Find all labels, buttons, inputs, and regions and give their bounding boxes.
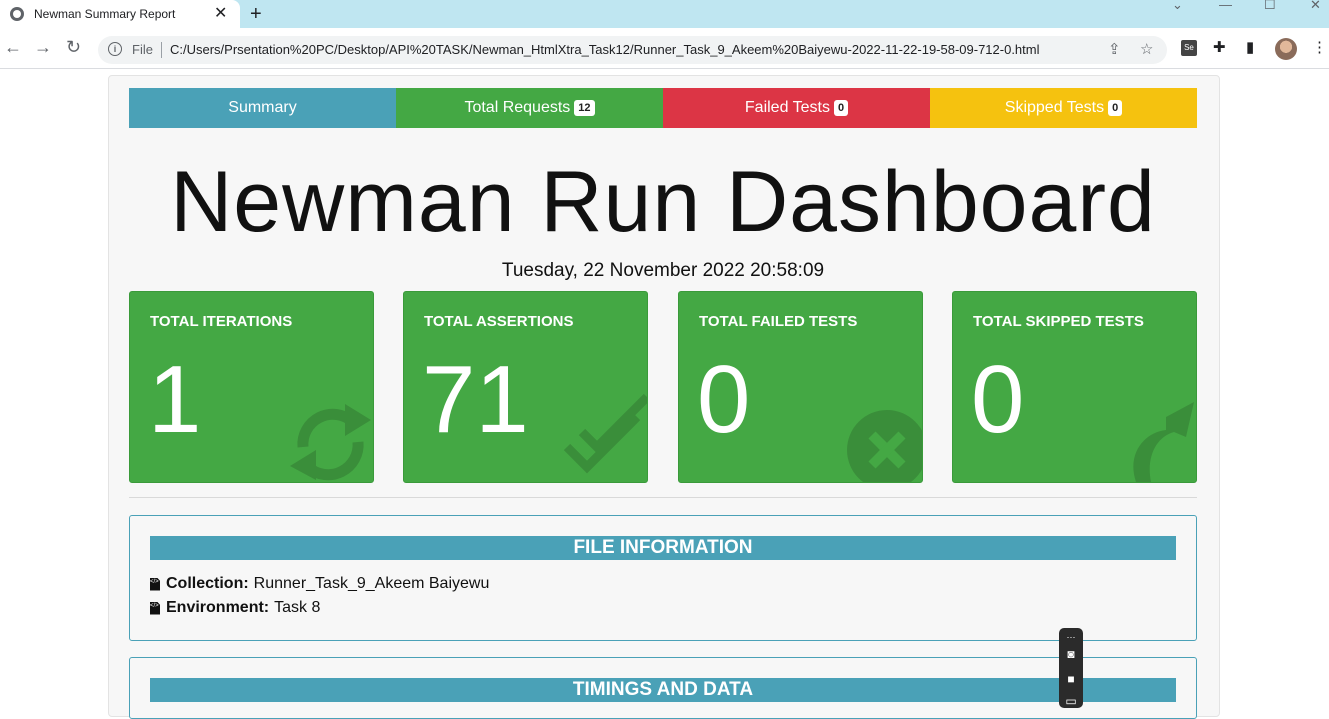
maximize-icon[interactable]: ☐ [1264, 0, 1276, 11]
forward-icon[interactable]: → [34, 36, 52, 58]
dashboard-title: Newman Run Dashboard [170, 154, 1156, 250]
card-value: 0 [971, 346, 1025, 453]
browser-toolbar: ← → ↻ i File C:/Users/Prsentation%20PC/D… [0, 28, 1329, 69]
tab-summary[interactable]: Summary [129, 88, 396, 128]
environment-row: Environment: Task 8 [150, 599, 320, 617]
check-double-icon [563, 393, 647, 474]
tab-summary-label: Summary [228, 99, 297, 116]
file-information-heading: FILE INFORMATION [150, 536, 1176, 560]
extensions-puzzle-icon[interactable]: ✚ [1213, 39, 1226, 57]
reload-icon[interactable]: ↻ [66, 36, 81, 58]
browser-menu-icon[interactable]: ⋮ [1312, 39, 1327, 57]
minimize-icon[interactable]: — [1219, 0, 1232, 11]
skipped-tests-badge: 0 [1108, 100, 1123, 116]
failed-tests-badge: 0 [833, 100, 849, 116]
url-text[interactable]: C:/Users/Prsentation%20PC/Desktop/API%20… [170, 42, 1040, 57]
card-value: 0 [697, 346, 751, 453]
file-code-icon [150, 601, 160, 615]
close-tab-icon[interactable]: ✕ [214, 4, 227, 24]
side-panel-icon[interactable]: ▮ [1246, 39, 1254, 57]
collection-value: Runner_Task_9_Akeem Baiyewu [253, 575, 490, 592]
timings-and-data-heading: TIMINGS AND DATA [150, 678, 1176, 702]
card-label: TOTAL ITERATIONS [150, 313, 293, 330]
tab-total-requests[interactable]: Total Requests 12 [396, 88, 663, 128]
browser-tabstrip: Newman Summary Report ✕ + ⌄ — ☐ ✕ [0, 0, 1329, 28]
share-icon [1133, 402, 1194, 482]
video-camera-icon[interactable]: ■ [1063, 672, 1079, 686]
card-value: 71 [422, 346, 529, 453]
camera-icon[interactable]: ◙ [1063, 647, 1079, 661]
new-tab-button[interactable]: + [250, 2, 262, 26]
environment-value: Task 8 [274, 599, 321, 616]
times-circle-icon [847, 410, 922, 482]
tab-skipped-tests[interactable]: Skipped Tests 0 [930, 88, 1197, 128]
file-code-icon [150, 577, 160, 591]
total-requests-badge: 12 [574, 100, 595, 116]
collection-label: Collection: [166, 575, 249, 592]
file-information-panel: FILE INFORMATION Collection: Runner_Task… [129, 515, 1197, 641]
collection-row: Collection: Runner_Task_9_Akeem Baiyewu [150, 575, 489, 593]
card-label: TOTAL ASSERTIONS [424, 313, 574, 330]
address-bar[interactable]: i File C:/Users/Prsentation%20PC/Desktop… [98, 36, 1167, 64]
report-nav-tabs: Summary Total Requests 12 Failed Tests 0… [129, 88, 1197, 128]
sync-icon [290, 404, 371, 481]
profile-avatar[interactable] [1275, 38, 1297, 60]
back-icon[interactable]: ← [4, 36, 22, 58]
tab-failed-tests-label: Failed Tests [744, 99, 830, 116]
more-icon[interactable]: ⋯ [1063, 630, 1079, 644]
omnibox-separator [161, 42, 162, 58]
close-window-icon[interactable]: ✕ [1310, 0, 1321, 11]
card-total-failed-tests: TOTAL FAILED TESTS 0 [678, 291, 923, 483]
browser-tab[interactable]: Newman Summary Report ✕ [0, 0, 240, 28]
file-scheme-label: File [132, 42, 153, 57]
section-divider [129, 497, 1197, 498]
share-icon[interactable]: ⇪ [1108, 41, 1121, 59]
info-icon[interactable]: i [108, 42, 122, 56]
selenium-extension-icon[interactable]: Se [1181, 40, 1197, 56]
run-date: Tuesday, 22 November 2022 20:58:09 [501, 260, 825, 281]
card-label: TOTAL FAILED TESTS [699, 313, 858, 330]
tab-skipped-tests-label: Skipped Tests [1004, 99, 1105, 116]
tab-failed-tests[interactable]: Failed Tests 0 [663, 88, 930, 128]
card-label: TOTAL SKIPPED TESTS [973, 313, 1144, 330]
card-total-iterations: TOTAL ITERATIONS 1 [129, 291, 374, 483]
timings-and-data-panel: TIMINGS AND DATA [129, 657, 1197, 719]
tab-search-icon[interactable]: ⌄ [1172, 0, 1183, 11]
floating-capture-toolbar: ⋯ ◙ ■ ▭ [1059, 628, 1083, 708]
bookmark-star-icon[interactable]: ☆ [1140, 41, 1153, 59]
globe-icon [10, 7, 24, 21]
card-total-assertions: TOTAL ASSERTIONS 71 [403, 291, 648, 483]
tab-title: Newman Summary Report [34, 7, 176, 21]
environment-label: Environment: [166, 599, 270, 616]
tab-total-requests-label: Total Requests [464, 99, 571, 116]
card-value: 1 [148, 346, 202, 453]
card-total-skipped-tests: TOTAL SKIPPED TESTS 0 [952, 291, 1197, 483]
